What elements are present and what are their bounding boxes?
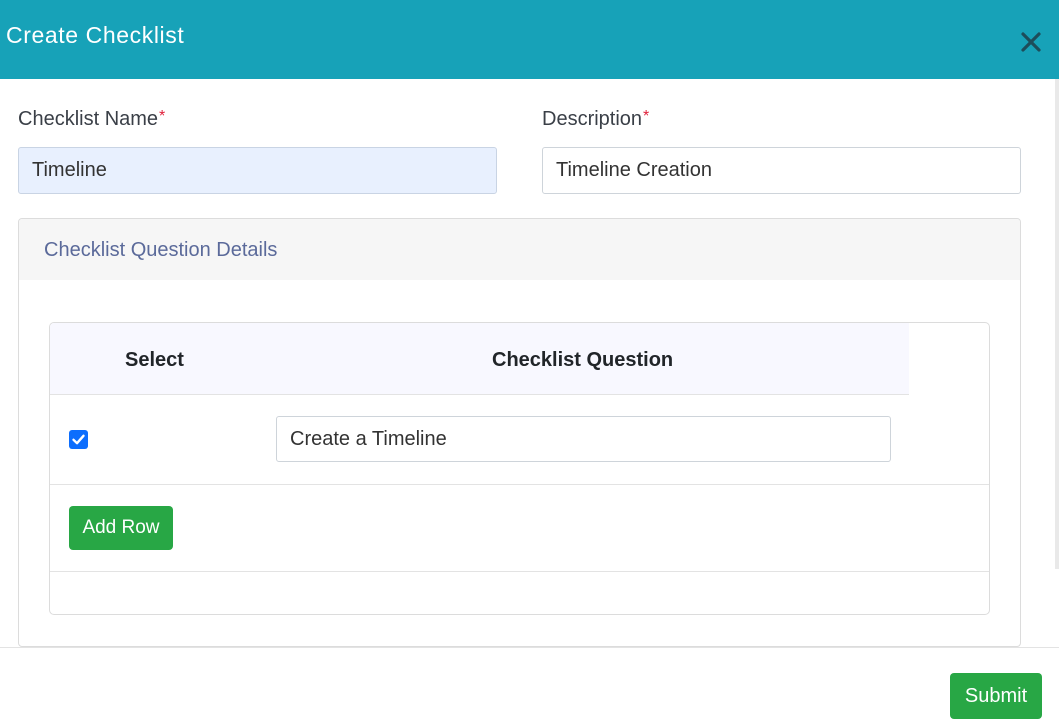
table-header: Select Checklist Question (50, 323, 909, 395)
footer-divider (0, 647, 1059, 648)
submit-button[interactable]: Submit (950, 673, 1042, 719)
checklist-question-input[interactable] (276, 416, 891, 462)
add-row-button[interactable]: Add Row (69, 506, 173, 550)
required-marker: * (643, 108, 650, 125)
checklist-name-input[interactable] (18, 147, 497, 194)
card-header: Checklist Question Details (19, 219, 1020, 280)
row-divider (50, 484, 989, 485)
card-title: Checklist Question Details (44, 239, 278, 261)
required-marker: * (159, 108, 166, 125)
close-icon[interactable] (1016, 27, 1046, 57)
description-label-text: Description (542, 108, 643, 130)
checklist-name-label: Checklist Name* (18, 108, 165, 131)
description-input[interactable] (542, 147, 1021, 194)
scrollbar[interactable] (1055, 79, 1059, 569)
modal-header: Create Checklist (0, 0, 1059, 79)
question-details-card: Checklist Question Details Select Checkl… (18, 218, 1021, 647)
question-table: Select Checklist Question Add Row (49, 322, 990, 615)
checkmark-icon (72, 434, 85, 445)
column-header-select: Select (125, 349, 184, 371)
description-label: Description* (542, 108, 649, 131)
row-select-checkbox[interactable] (69, 430, 88, 449)
checklist-name-label-text: Checklist Name (18, 108, 159, 130)
row-divider (50, 571, 989, 572)
column-header-question: Checklist Question (492, 349, 674, 371)
modal-title: Create Checklist (6, 22, 185, 48)
